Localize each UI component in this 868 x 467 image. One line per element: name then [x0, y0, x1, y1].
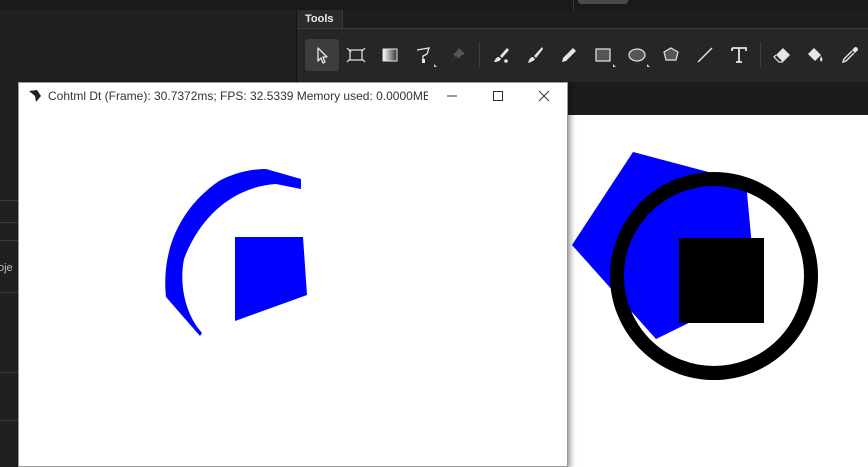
editor-stage[interactable] [568, 115, 868, 467]
text-tool-button[interactable] [722, 39, 756, 71]
minimize-button[interactable] [429, 83, 475, 109]
gradient-tool-button[interactable] [373, 39, 407, 71]
paint-brush-tool-icon [494, 48, 509, 63]
paint-brush-tool-button[interactable] [484, 39, 518, 71]
paint-bucket-tool-icon [808, 48, 823, 62]
window-title: Cohtml Dt (Frame): 30.7372ms; FPS: 32.53… [48, 89, 428, 103]
app-icon [29, 90, 41, 102]
maximize-icon [493, 91, 503, 101]
tool-row [305, 38, 867, 72]
brush-tool-icon [528, 47, 543, 63]
divider [0, 420, 18, 421]
close-button[interactable] [521, 83, 567, 109]
line-tool-icon [697, 47, 713, 63]
preview-canvas[interactable] [19, 109, 567, 466]
brush-tool-button[interactable] [518, 39, 552, 71]
select-tool-button[interactable] [305, 39, 339, 71]
editor-stage-artwork [572, 152, 818, 380]
pencil-tool-icon [562, 48, 576, 62]
oval-tool-icon [628, 48, 646, 62]
paint-bucket-tool-button[interactable] [799, 39, 833, 71]
project-panel-label[interactable]: oje [0, 262, 13, 274]
oval-tool-button[interactable] [620, 39, 654, 71]
top-strip [0, 0, 868, 10]
select-tool-icon [317, 47, 328, 64]
tool-separator [760, 42, 761, 68]
pencil-tool-button[interactable] [552, 39, 586, 71]
panel-divider [573, 0, 574, 10]
flyout-indicator [613, 64, 616, 67]
close-icon [538, 90, 550, 102]
preview-window: Cohtml Dt (Frame): 30.7372ms; FPS: 32.53… [18, 82, 568, 467]
subselect-tool-button[interactable] [339, 39, 373, 71]
flyout-indicator [434, 64, 437, 67]
line-tool-button[interactable] [688, 39, 722, 71]
rectangle-tool-icon [595, 48, 611, 62]
window-controls [429, 83, 567, 109]
window-titlebar[interactable]: Cohtml Dt (Frame): 30.7372ms; FPS: 32.53… [19, 83, 567, 109]
tools-tab-bar: Tools [297, 10, 868, 29]
lasso-tool-icon [416, 47, 430, 63]
gradient-tool-icon [382, 48, 398, 62]
tab-tools[interactable]: Tools [297, 10, 343, 28]
blue-quad-shape[interactable] [235, 237, 307, 321]
eyedropper-tool-button[interactable] [833, 39, 867, 71]
polygon-tool-icon [663, 47, 679, 61]
flyout-indicator [647, 64, 650, 67]
eyedropper-tool-icon [841, 47, 858, 64]
preview-artwork [165, 169, 307, 336]
minimize-icon [447, 95, 457, 97]
eraser-tool-button[interactable] [765, 39, 799, 71]
rectangle-tool-button[interactable] [586, 39, 620, 71]
text-tool-icon [731, 47, 747, 63]
subselect-tool-icon [346, 47, 366, 63]
divider [0, 200, 18, 201]
tool-separator [479, 42, 480, 68]
divider [0, 222, 18, 223]
maximize-button[interactable] [475, 83, 521, 109]
polygon-tool-button[interactable] [654, 39, 688, 71]
black-square-shape[interactable] [679, 238, 764, 323]
divider [0, 372, 18, 373]
divider [0, 240, 18, 241]
eraser-tool-icon [773, 48, 790, 63]
pin-tool-button[interactable] [441, 39, 475, 71]
pin-tool-icon [451, 48, 465, 62]
tools-panel: Tools [296, 10, 868, 82]
horizontal-scrollbar-thumb[interactable] [578, 0, 628, 4]
lasso-tool-button[interactable] [407, 39, 441, 71]
divider [0, 292, 18, 293]
